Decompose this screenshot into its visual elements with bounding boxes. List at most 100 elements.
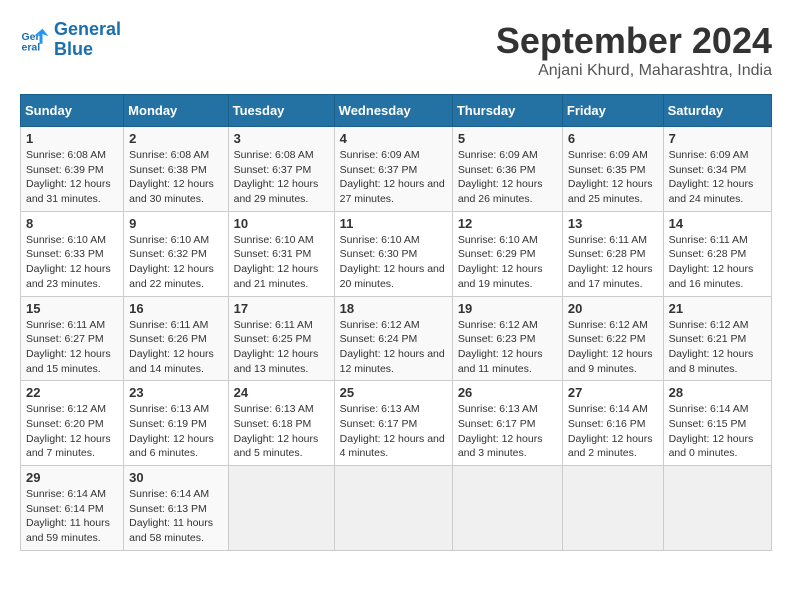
page-subtitle: Anjani Khurd, Maharashtra, India	[496, 62, 772, 80]
day-number: 23	[129, 385, 222, 400]
cell-info: Sunrise: 6:11 AMSunset: 6:28 PMDaylight:…	[568, 233, 658, 292]
cell-info: Sunrise: 6:14 AMSunset: 6:15 PMDaylight:…	[669, 402, 766, 461]
calendar-cell: 20 Sunrise: 6:12 AMSunset: 6:22 PMDayligh…	[562, 296, 663, 381]
cell-info: Sunrise: 6:12 AMSunset: 6:20 PMDaylight:…	[26, 402, 118, 461]
calendar-cell: 7 Sunrise: 6:09 AMSunset: 6:34 PMDaylight…	[663, 127, 771, 212]
calendar-cell: 12 Sunrise: 6:10 AMSunset: 6:29 PMDayligh…	[452, 211, 562, 296]
calendar-week-row: 1 Sunrise: 6:08 AMSunset: 6:39 PMDaylight…	[21, 127, 772, 212]
day-number: 19	[458, 301, 557, 316]
calendar-cell	[452, 466, 562, 551]
day-number: 17	[234, 301, 329, 316]
cell-info: Sunrise: 6:13 AMSunset: 6:17 PMDaylight:…	[458, 402, 557, 461]
day-number: 21	[669, 301, 766, 316]
cell-info: Sunrise: 6:12 AMSunset: 6:21 PMDaylight:…	[669, 318, 766, 377]
calendar-cell: 10 Sunrise: 6:10 AMSunset: 6:31 PMDayligh…	[228, 211, 334, 296]
calendar-cell: 16 Sunrise: 6:11 AMSunset: 6:26 PMDayligh…	[124, 296, 228, 381]
day-number: 13	[568, 216, 658, 231]
day-number: 28	[669, 385, 766, 400]
day-number: 18	[340, 301, 447, 316]
cell-info: Sunrise: 6:10 AMSunset: 6:33 PMDaylight:…	[26, 233, 118, 292]
cell-info: Sunrise: 6:14 AMSunset: 6:13 PMDaylight:…	[129, 487, 222, 546]
day-number: 22	[26, 385, 118, 400]
calendar-cell: 5Sunrise: 6:09 AMSunset: 6:36 PMDaylight…	[452, 127, 562, 212]
calendar-cell: 25 Sunrise: 6:13 AMSunset: 6:17 PMDayligh…	[334, 381, 452, 466]
title-section: September 2024 Anjani Khurd, Maharashtra…	[496, 20, 772, 80]
calendar-cell: 13 Sunrise: 6:11 AMSunset: 6:28 PMDayligh…	[562, 211, 663, 296]
svg-text:eral: eral	[22, 41, 41, 53]
calendar-cell: 26 Sunrise: 6:13 AMSunset: 6:17 PMDayligh…	[452, 381, 562, 466]
cell-info: Sunrise: 6:13 AMSunset: 6:19 PMDaylight:…	[129, 402, 222, 461]
calendar-cell	[228, 466, 334, 551]
cell-info: Sunrise: 6:10 AMSunset: 6:30 PMDaylight:…	[340, 233, 447, 292]
calendar-cell: 8 Sunrise: 6:10 AMSunset: 6:33 PMDaylight…	[21, 211, 124, 296]
calendar-cell: 1 Sunrise: 6:08 AMSunset: 6:39 PMDaylight…	[21, 127, 124, 212]
calendar-cell: 11 Sunrise: 6:10 AMSunset: 6:30 PMDayligh…	[334, 211, 452, 296]
calendar-cell: 21 Sunrise: 6:12 AMSunset: 6:21 PMDayligh…	[663, 296, 771, 381]
cell-info: Sunrise: 6:12 AMSunset: 6:22 PMDaylight:…	[568, 318, 658, 377]
cell-info: Sunrise: 6:08 AMSunset: 6:39 PMDaylight:…	[26, 148, 118, 207]
day-number: 9	[129, 216, 222, 231]
day-number: 6	[568, 131, 658, 146]
calendar-week-row: 15Sunrise: 6:11 AMSunset: 6:27 PMDayligh…	[21, 296, 772, 381]
cell-info: Sunrise: 6:08 AMSunset: 6:38 PMDaylight:…	[129, 148, 222, 207]
day-number: 14	[669, 216, 766, 231]
cell-info: Sunrise: 6:08 AMSunset: 6:37 PMDaylight:…	[234, 148, 329, 207]
cell-info: Sunrise: 6:10 AMSunset: 6:29 PMDaylight:…	[458, 233, 557, 292]
cell-info: Sunrise: 6:11 AMSunset: 6:28 PMDaylight:…	[669, 233, 766, 292]
cell-info: Sunrise: 6:10 AMSunset: 6:32 PMDaylight:…	[129, 233, 222, 292]
day-number: 27	[568, 385, 658, 400]
day-number: 10	[234, 216, 329, 231]
header-row: SundayMondayTuesdayWednesdayThursdayFrid…	[21, 95, 772, 127]
calendar-cell: 23 Sunrise: 6:13 AMSunset: 6:19 PMDayligh…	[124, 381, 228, 466]
calendar-cell: 18 Sunrise: 6:12 AMSunset: 6:24 PMDayligh…	[334, 296, 452, 381]
calendar-cell: 19Sunrise: 6:12 AMSunset: 6:23 PMDayligh…	[452, 296, 562, 381]
day-header: Wednesday	[334, 95, 452, 127]
day-header: Tuesday	[228, 95, 334, 127]
day-number: 25	[340, 385, 447, 400]
day-number: 5	[458, 131, 557, 146]
day-number: 8	[26, 216, 118, 231]
cell-info: Sunrise: 6:09 AMSunset: 6:37 PMDaylight:…	[340, 148, 447, 207]
calendar-cell: 28 Sunrise: 6:14 AMSunset: 6:15 PMDayligh…	[663, 381, 771, 466]
cell-info: Sunrise: 6:11 AMSunset: 6:26 PMDaylight:…	[129, 318, 222, 377]
day-number: 11	[340, 216, 447, 231]
day-number: 1	[26, 131, 118, 146]
day-number: 24	[234, 385, 329, 400]
calendar-cell: 30 Sunrise: 6:14 AMSunset: 6:13 PMDayligh…	[124, 466, 228, 551]
day-header: Thursday	[452, 95, 562, 127]
day-number: 20	[568, 301, 658, 316]
day-number: 2	[129, 131, 222, 146]
calendar-week-row: 8 Sunrise: 6:10 AMSunset: 6:33 PMDaylight…	[21, 211, 772, 296]
cell-info: Sunrise: 6:14 AMSunset: 6:16 PMDaylight:…	[568, 402, 658, 461]
cell-info: Sunrise: 6:12 AMSunset: 6:24 PMDaylight:…	[340, 318, 447, 377]
cell-info: Sunrise: 6:11 AMSunset: 6:27 PMDaylight:…	[26, 318, 118, 377]
day-header: Saturday	[663, 95, 771, 127]
cell-info: Sunrise: 6:10 AMSunset: 6:31 PMDaylight:…	[234, 233, 329, 292]
calendar-cell: 17 Sunrise: 6:11 AMSunset: 6:25 PMDayligh…	[228, 296, 334, 381]
cell-info: Sunrise: 6:11 AMSunset: 6:25 PMDaylight:…	[234, 318, 329, 377]
cell-info: Sunrise: 6:14 AMSunset: 6:14 PMDaylight:…	[26, 487, 118, 546]
logo-text: GeneralBlue	[54, 20, 121, 60]
calendar-week-row: 22 Sunrise: 6:12 AMSunset: 6:20 PMDayligh…	[21, 381, 772, 466]
day-number: 7	[669, 131, 766, 146]
cell-info: Sunrise: 6:09 AMSunset: 6:35 PMDaylight:…	[568, 148, 658, 207]
calendar-cell	[663, 466, 771, 551]
calendar-week-row: 29 Sunrise: 6:14 AMSunset: 6:14 PMDayligh…	[21, 466, 772, 551]
day-number: 26	[458, 385, 557, 400]
calendar-cell: 2 Sunrise: 6:08 AMSunset: 6:38 PMDaylight…	[124, 127, 228, 212]
calendar-cell: 29 Sunrise: 6:14 AMSunset: 6:14 PMDayligh…	[21, 466, 124, 551]
day-number: 3	[234, 131, 329, 146]
day-number: 16	[129, 301, 222, 316]
calendar-cell	[334, 466, 452, 551]
calendar-cell	[562, 466, 663, 551]
day-number: 29	[26, 470, 118, 485]
cell-info: Sunrise: 6:13 AMSunset: 6:17 PMDaylight:…	[340, 402, 447, 461]
day-header: Friday	[562, 95, 663, 127]
calendar-cell: 22 Sunrise: 6:12 AMSunset: 6:20 PMDayligh…	[21, 381, 124, 466]
day-number: 12	[458, 216, 557, 231]
day-number: 30	[129, 470, 222, 485]
day-header: Sunday	[21, 95, 124, 127]
cell-info: Sunrise: 6:09 AMSunset: 6:34 PMDaylight:…	[669, 148, 766, 207]
cell-info: Sunrise: 6:13 AMSunset: 6:18 PMDaylight:…	[234, 402, 329, 461]
calendar-table: SundayMondayTuesdayWednesdayThursdayFrid…	[20, 94, 772, 551]
